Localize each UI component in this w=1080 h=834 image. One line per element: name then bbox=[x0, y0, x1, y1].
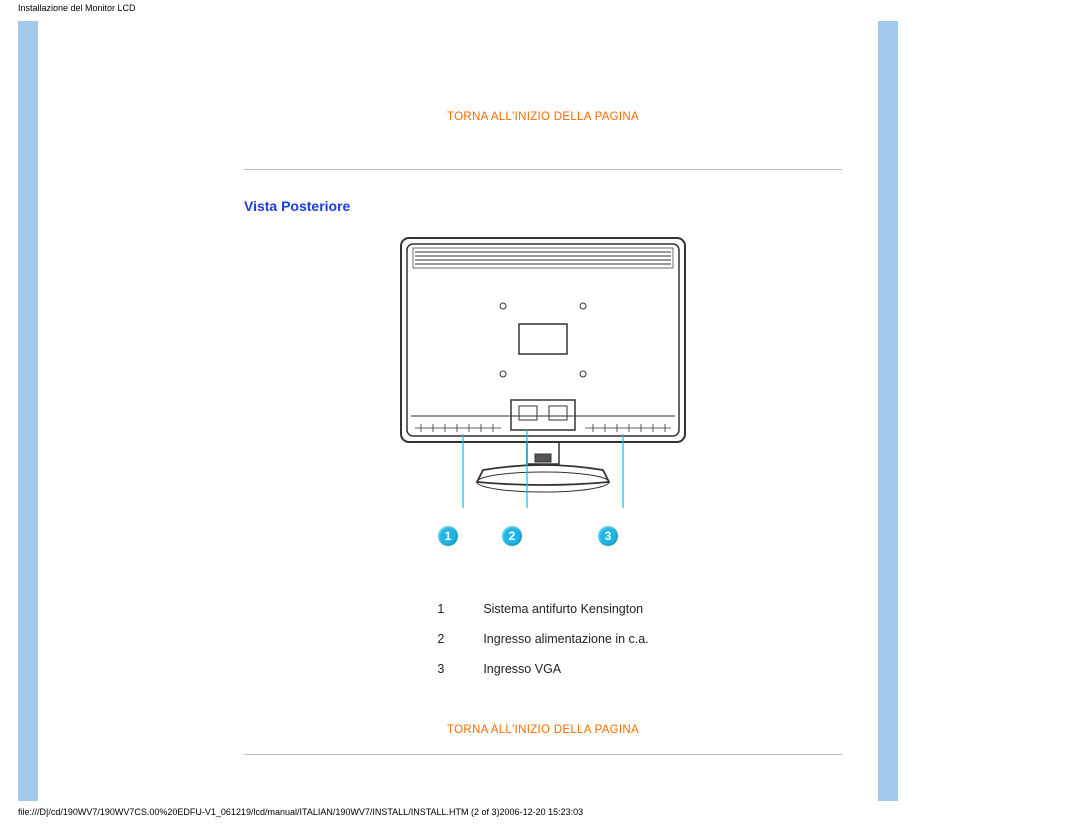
footer-file-path: file:///D|/cd/190WV7/190WV7CS.00%20EDFU-… bbox=[0, 801, 1080, 817]
section-title: Vista Posteriore bbox=[244, 198, 842, 214]
separator-upper bbox=[244, 169, 842, 170]
legend-table: 1 Sistema antifurto Kensington 2 Ingress… bbox=[429, 594, 656, 684]
monitor-rear-figure: 1 2 3 bbox=[378, 232, 708, 548]
back-to-top-link-upper[interactable]: TORNA ALL'INIZIO DELLA PAGINA bbox=[244, 111, 842, 123]
legend-num-3: 3 bbox=[429, 654, 475, 684]
callout-row: 1 2 3 bbox=[378, 526, 708, 548]
table-row: 3 Ingresso VGA bbox=[429, 654, 656, 684]
callout-1: 1 bbox=[438, 526, 458, 546]
monitor-rear-svg bbox=[393, 232, 693, 512]
table-row: 1 Sistema antifurto Kensington bbox=[429, 594, 656, 624]
callout-2: 2 bbox=[502, 526, 522, 546]
legend-text-3: Ingresso VGA bbox=[475, 654, 656, 684]
back-to-top-link-lower[interactable]: TORNA ALL'INIZIO DELLA PAGINA bbox=[244, 724, 842, 736]
content-frame: TORNA ALL'INIZIO DELLA PAGINA Vista Post… bbox=[18, 21, 898, 801]
separator-lower bbox=[244, 754, 842, 755]
page-outer: TORNA ALL'INIZIO DELLA PAGINA Vista Post… bbox=[0, 13, 1080, 801]
content-area: TORNA ALL'INIZIO DELLA PAGINA Vista Post… bbox=[38, 21, 878, 779]
callout-3: 3 bbox=[598, 526, 618, 546]
legend-text-1: Sistema antifurto Kensington bbox=[475, 594, 656, 624]
back-to-top-anchor-lower[interactable]: TORNA ALL'INIZIO DELLA PAGINA bbox=[447, 724, 639, 736]
legend-num-2: 2 bbox=[429, 624, 475, 654]
back-to-top-anchor[interactable]: TORNA ALL'INIZIO DELLA PAGINA bbox=[447, 111, 639, 123]
doc-header-text: Installazione del Monitor LCD bbox=[0, 0, 1080, 13]
legend-text-2: Ingresso alimentazione in c.a. bbox=[475, 624, 656, 654]
legend-num-1: 1 bbox=[429, 594, 475, 624]
table-row: 2 Ingresso alimentazione in c.a. bbox=[429, 624, 656, 654]
